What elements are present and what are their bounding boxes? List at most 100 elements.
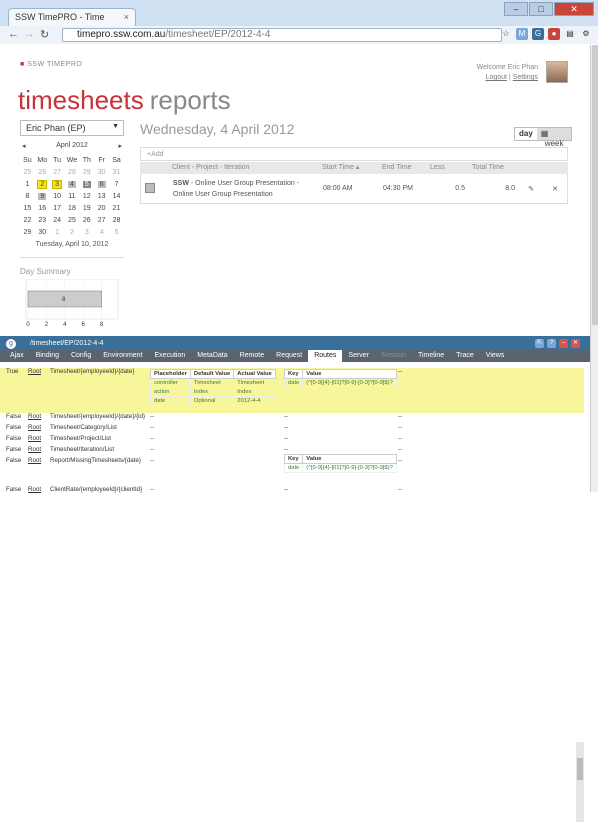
calendar-day[interactable]: 2: [65, 226, 80, 238]
calendar-day[interactable]: 29: [79, 166, 94, 178]
calendar-day[interactable]: 16: [35, 202, 50, 214]
nav-timesheets[interactable]: timesheets: [18, 85, 144, 115]
calendar-day[interactable]: 21: [109, 202, 124, 214]
tab-trace[interactable]: Trace: [450, 350, 480, 362]
window-close-icon[interactable]: ✕: [554, 2, 594, 16]
calendar-prev-icon[interactable]: ◂: [22, 142, 26, 150]
table-row[interactable]: False Root Timesheet/{employeeId}/{date}/{…: [0, 413, 584, 424]
back-icon[interactable]: ←: [8, 28, 19, 40]
table-row[interactable]: False Root Timesheet/Category/List -- -- --: [0, 424, 584, 435]
calendar-day[interactable]: 17: [50, 202, 65, 214]
help-icon[interactable]: ?: [547, 339, 556, 348]
calendar-day[interactable]: 27: [94, 214, 109, 226]
calendar-day[interactable]: 3: [50, 178, 65, 190]
stop-icon[interactable]: ●: [548, 28, 560, 40]
calendar-day[interactable]: 12: [79, 190, 94, 202]
col-end[interactable]: End Time: [378, 162, 426, 174]
calendar-day[interactable]: 24: [50, 214, 65, 226]
minimize-icon[interactable]: –: [504, 2, 528, 16]
calendar-next-icon[interactable]: ▸: [118, 142, 122, 150]
logout-link[interactable]: Logout: [486, 74, 507, 81]
extension-icon[interactable]: M: [516, 28, 528, 40]
calendar-day[interactable]: 28: [109, 214, 124, 226]
calendar-day[interactable]: 2: [35, 178, 50, 190]
calendar-day[interactable]: 6: [94, 178, 109, 190]
reload-icon[interactable]: ↻: [40, 28, 49, 41]
user-select[interactable]: Eric Phan (EP) ▼: [20, 120, 124, 136]
calendar-day[interactable]: 25: [65, 214, 80, 226]
calendar-day[interactable]: 28: [65, 166, 80, 178]
calendar-day[interactable]: 27: [50, 166, 65, 178]
tab-timeline[interactable]: Timeline: [412, 350, 450, 362]
nav-reports[interactable]: reports: [150, 85, 231, 115]
address-bar[interactable]: timepro.ssw.com.au/timesheet/EP/2012-4-4: [62, 28, 502, 42]
glimpse-scrollbar-thumb[interactable]: [577, 758, 583, 780]
close-tab-icon[interactable]: ×: [124, 12, 129, 22]
calendar-day[interactable]: 22: [20, 214, 35, 226]
tab-request[interactable]: Request: [270, 350, 308, 362]
glimpse-icon[interactable]: G: [532, 28, 544, 40]
page-menu-icon[interactable]: ▤: [564, 28, 576, 40]
star-icon[interactable]: ☆: [500, 28, 512, 40]
close-panel-icon[interactable]: ✕: [571, 339, 580, 348]
settings-link[interactable]: Settings: [513, 74, 538, 81]
calendar-day[interactable]: 4: [94, 226, 109, 238]
tab-environment[interactable]: Environment: [97, 350, 148, 362]
delete-icon[interactable]: ✕: [543, 185, 567, 193]
table-row[interactable]: SSW - Online User Group Presentation - O…: [140, 174, 568, 204]
calendar-day[interactable]: 31: [109, 166, 124, 178]
calendar-day[interactable]: 7: [109, 178, 124, 190]
calendar-day[interactable]: 20: [94, 202, 109, 214]
minimize-panel-icon[interactable]: –: [559, 339, 568, 348]
tab-session[interactable]: Session: [375, 350, 412, 362]
tab-binding[interactable]: Binding: [30, 350, 65, 362]
tab-server[interactable]: Server: [342, 350, 375, 362]
forward-icon[interactable]: →: [24, 28, 35, 40]
calendar-day[interactable]: 26: [35, 166, 50, 178]
maximize-icon[interactable]: □: [529, 2, 553, 16]
calendar-day[interactable]: 9: [35, 190, 50, 202]
calendar-day[interactable]: 11: [65, 190, 80, 202]
calendar-day[interactable]: 3: [79, 226, 94, 238]
tab-views[interactable]: Views: [480, 350, 511, 362]
calendar-day[interactable]: 15: [20, 202, 35, 214]
calendar-day[interactable]: 10: [50, 190, 65, 202]
table-row[interactable]: False Root Timesheet/Project/List -- -- --: [0, 435, 584, 446]
calendar-day[interactable]: 4: [65, 178, 80, 190]
calendar-day[interactable]: 8: [20, 190, 35, 202]
tab-metadata[interactable]: MetaData: [191, 350, 233, 362]
calendar-day[interactable]: 13: [94, 190, 109, 202]
week-view-button[interactable]: ▦ week: [536, 128, 572, 148]
calendar-day[interactable]: 26: [79, 214, 94, 226]
calendar-day[interactable]: 29: [20, 226, 35, 238]
col-less[interactable]: Less: [426, 162, 468, 174]
wrench-icon[interactable]: ⚙: [580, 28, 592, 40]
calendar-day[interactable]: 5: [79, 178, 94, 190]
tab-remote[interactable]: Remote: [234, 350, 271, 362]
calendar-day[interactable]: 19: [79, 202, 94, 214]
tab-routes[interactable]: Routes: [308, 350, 343, 362]
calendar-day[interactable]: 14: [109, 190, 124, 202]
calendar-day[interactable]: 30: [35, 226, 50, 238]
col-total[interactable]: Total Time: [468, 162, 518, 174]
glimpse-scrollbar[interactable]: [576, 742, 584, 822]
app-logo[interactable]: ■ SSW TIMEPRO: [20, 61, 82, 68]
col-start[interactable]: Start Time ▴: [318, 162, 378, 174]
calendar-day[interactable]: 5: [109, 226, 124, 238]
page-scrollbar-thumb[interactable]: [592, 45, 598, 325]
edit-icon[interactable]: ✎: [519, 185, 543, 193]
tab-config[interactable]: Config: [65, 350, 97, 362]
tab-ajax[interactable]: Ajax: [4, 350, 30, 362]
calendar-day[interactable]: 30: [94, 166, 109, 178]
browser-tab[interactable]: SSW TimePRO - Time ×: [8, 8, 136, 26]
col-client[interactable]: Client - Project - Iteration: [168, 162, 318, 174]
popout-icon[interactable]: ⇱: [535, 339, 544, 348]
calendar-day[interactable]: 1: [20, 178, 35, 190]
calendar-day[interactable]: 1: [50, 226, 65, 238]
add-button[interactable]: +Add: [140, 147, 568, 161]
calendar-day[interactable]: 25: [20, 166, 35, 178]
calendar-day[interactable]: 23: [35, 214, 50, 226]
page-scrollbar[interactable]: [590, 45, 598, 492]
day-view-button[interactable]: day: [515, 128, 537, 140]
tab-execution[interactable]: Execution: [149, 350, 192, 362]
